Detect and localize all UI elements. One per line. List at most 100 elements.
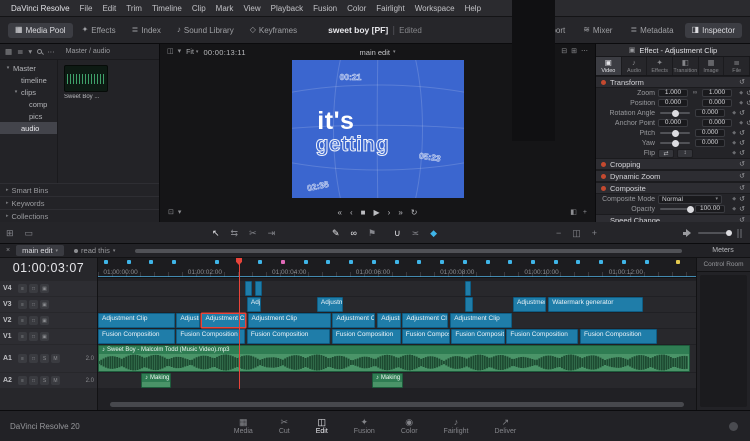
section-dynamic-zoom[interactable]: Dynamic Zoom↺ [596,170,750,182]
page-fusion[interactable]: ✦Fusion [354,417,375,435]
yaw-slider-knob[interactable] [672,140,679,147]
menu-help[interactable]: Help [460,4,486,13]
enable-toggle[interactable] [601,80,606,85]
timeline-marker[interactable] [127,260,131,264]
linked-selection-icon[interactable]: ≍ [412,228,420,238]
anchor-point-y-field[interactable]: 0.000 [702,119,732,127]
track-header-a2[interactable]: A2≡□SM2.0 [0,373,97,388]
track-control-icon[interactable]: □ [29,376,38,385]
track-control-icon[interactable]: ≡ [18,284,27,293]
step-forward-button[interactable]: › [388,208,391,218]
opacity-slider[interactable] [660,208,690,210]
timeline-clip[interactable]: Adjustment Clip [513,297,546,312]
more-icon[interactable]: ⋯ [581,48,588,56]
reset-icon[interactable]: ↺ [739,160,745,168]
rotation-angle-field[interactable]: 0.000 [695,109,725,117]
timeline-marker[interactable] [440,260,444,264]
reset-icon[interactable]: ↺ [739,139,745,147]
reset-icon[interactable]: ↺ [739,205,745,213]
track-header-v4[interactable]: V4≡□▣ [0,281,97,296]
zoom-select-icon[interactable]: ⊡ [168,209,174,217]
tab-effects[interactable]: ✦Effects [647,57,673,75]
track-header-v1[interactable]: V1≡□▣ [0,329,97,344]
timeline-clip[interactable]: ♪Making la... [141,373,171,388]
step-back-button[interactable]: ‹ [350,208,353,218]
marker-icon[interactable]: ◆ [430,228,437,238]
smart-bins-section[interactable]: ▸Smart Bins [0,183,159,196]
menu-clip[interactable]: Clip [187,4,211,13]
grid-view-icon[interactable]: ▦ [5,48,12,56]
sound-library-button[interactable]: ♪Sound Library [170,23,241,38]
timeline-marker[interactable] [622,260,626,264]
zoom-out-icon[interactable]: − [556,228,561,238]
rotation-angle-slider[interactable] [660,112,690,114]
enable-toggle[interactable] [601,174,606,179]
disclosure-icon[interactable]: ▸ [6,187,9,193]
tab-file[interactable]: ≣File [724,57,750,75]
timeline-ruler[interactable]: 01:00:00:0001:00:02:0001:00:04:0001:00:0… [98,258,696,278]
menu-davinci-resolve[interactable]: DaVinci Resolve [6,4,75,13]
timeline-marker[interactable] [326,260,330,264]
link-clips-icon[interactable]: ∞ [351,228,357,238]
last-frame-button[interactable]: » [398,208,402,218]
reset-icon[interactable]: ↺ [739,78,745,86]
timeline-marker[interactable] [417,260,421,264]
solo-button[interactable]: S [40,354,49,363]
insert-clip-icon[interactable]: ⇥ [268,228,276,238]
keyframe-icon[interactable]: ◆ [739,90,743,96]
playhead[interactable] [239,258,240,389]
timeline-tab-main-edit[interactable]: main edit▾ [16,245,64,256]
section-speed-change[interactable]: Speed Change↺ [596,214,750,222]
timeline-marker[interactable] [576,260,580,264]
flip-vertical-button[interactable]: ↕ [677,149,693,158]
reset-icon[interactable]: ↺ [746,89,750,97]
track-control-icon[interactable]: □ [29,316,38,325]
track-control-icon[interactable]: ▣ [40,316,49,325]
composite-mode-dropdown[interactable]: Normal▾ [658,195,722,204]
track-control-icon[interactable]: ▣ [40,300,49,309]
yaw-field[interactable]: 0.000 [695,139,725,147]
zoom-fit-icon[interactable]: ◫ [572,228,581,238]
reset-icon[interactable]: ↺ [739,195,745,203]
track-control-icon[interactable]: ≡ [18,332,27,341]
bin-timeline[interactable]: timeline [0,74,57,86]
menu-fusion[interactable]: Fusion [308,4,342,13]
disclosure-icon[interactable]: ▾ [5,65,11,71]
pen-tool-icon[interactable]: ✎ [332,228,340,238]
rotation-angle-slider-knob[interactable] [672,110,679,117]
timeline-clip[interactable]: Fusion Composition [506,329,578,344]
page-fairlight[interactable]: ♪Fairlight [444,417,469,435]
play-button[interactable]: ▶ [373,208,379,218]
reset-icon[interactable]: ↺ [746,119,750,127]
page-edit[interactable]: ◫Edit [316,417,328,435]
sort-icon[interactable]: ▾ [28,48,32,56]
track-control-icon[interactable]: ≡ [18,376,27,385]
opacity-field[interactable]: 100.00 [695,205,725,213]
display-options-icon[interactable]: ⊟ [561,48,567,56]
disclosure-icon[interactable]: ▸ [6,213,9,219]
anchor-point-x-field[interactable]: 0.000 [658,119,688,127]
timeline-marker[interactable] [349,260,353,264]
control-room-label[interactable]: Control Room [697,258,750,272]
zoom-y-field[interactable]: 1.000 [702,89,732,97]
yaw-slider[interactable] [660,142,690,144]
enable-toggle[interactable] [601,186,606,191]
collections-section[interactable]: ▸Collections [0,209,159,222]
timeline-marker[interactable] [281,260,285,264]
menu-file[interactable]: File [75,4,98,13]
reset-icon[interactable]: ↺ [739,129,745,137]
snapping-icon[interactable]: ∪ [394,228,401,238]
tab-transition[interactable]: ◧Transition [673,57,699,75]
bin-audio[interactable]: audio [0,122,57,134]
mute-button[interactable]: M [51,376,60,385]
timeline-clip[interactable]: Fusion Composition [402,329,450,344]
timeline-horizontal-scrollbar[interactable] [110,402,684,407]
keyframe-icon[interactable]: ◆ [732,130,736,136]
media-pool-button[interactable]: ▦Media Pool [8,23,73,38]
track-control-icon[interactable]: □ [29,300,38,309]
reset-icon[interactable]: ↺ [746,99,750,107]
timeline-clip[interactable]: Fusion Composition [176,329,245,344]
timeline-marker[interactable] [486,260,490,264]
section-cropping[interactable]: Cropping↺ [596,158,750,170]
opacity-slider-knob[interactable] [687,206,694,213]
